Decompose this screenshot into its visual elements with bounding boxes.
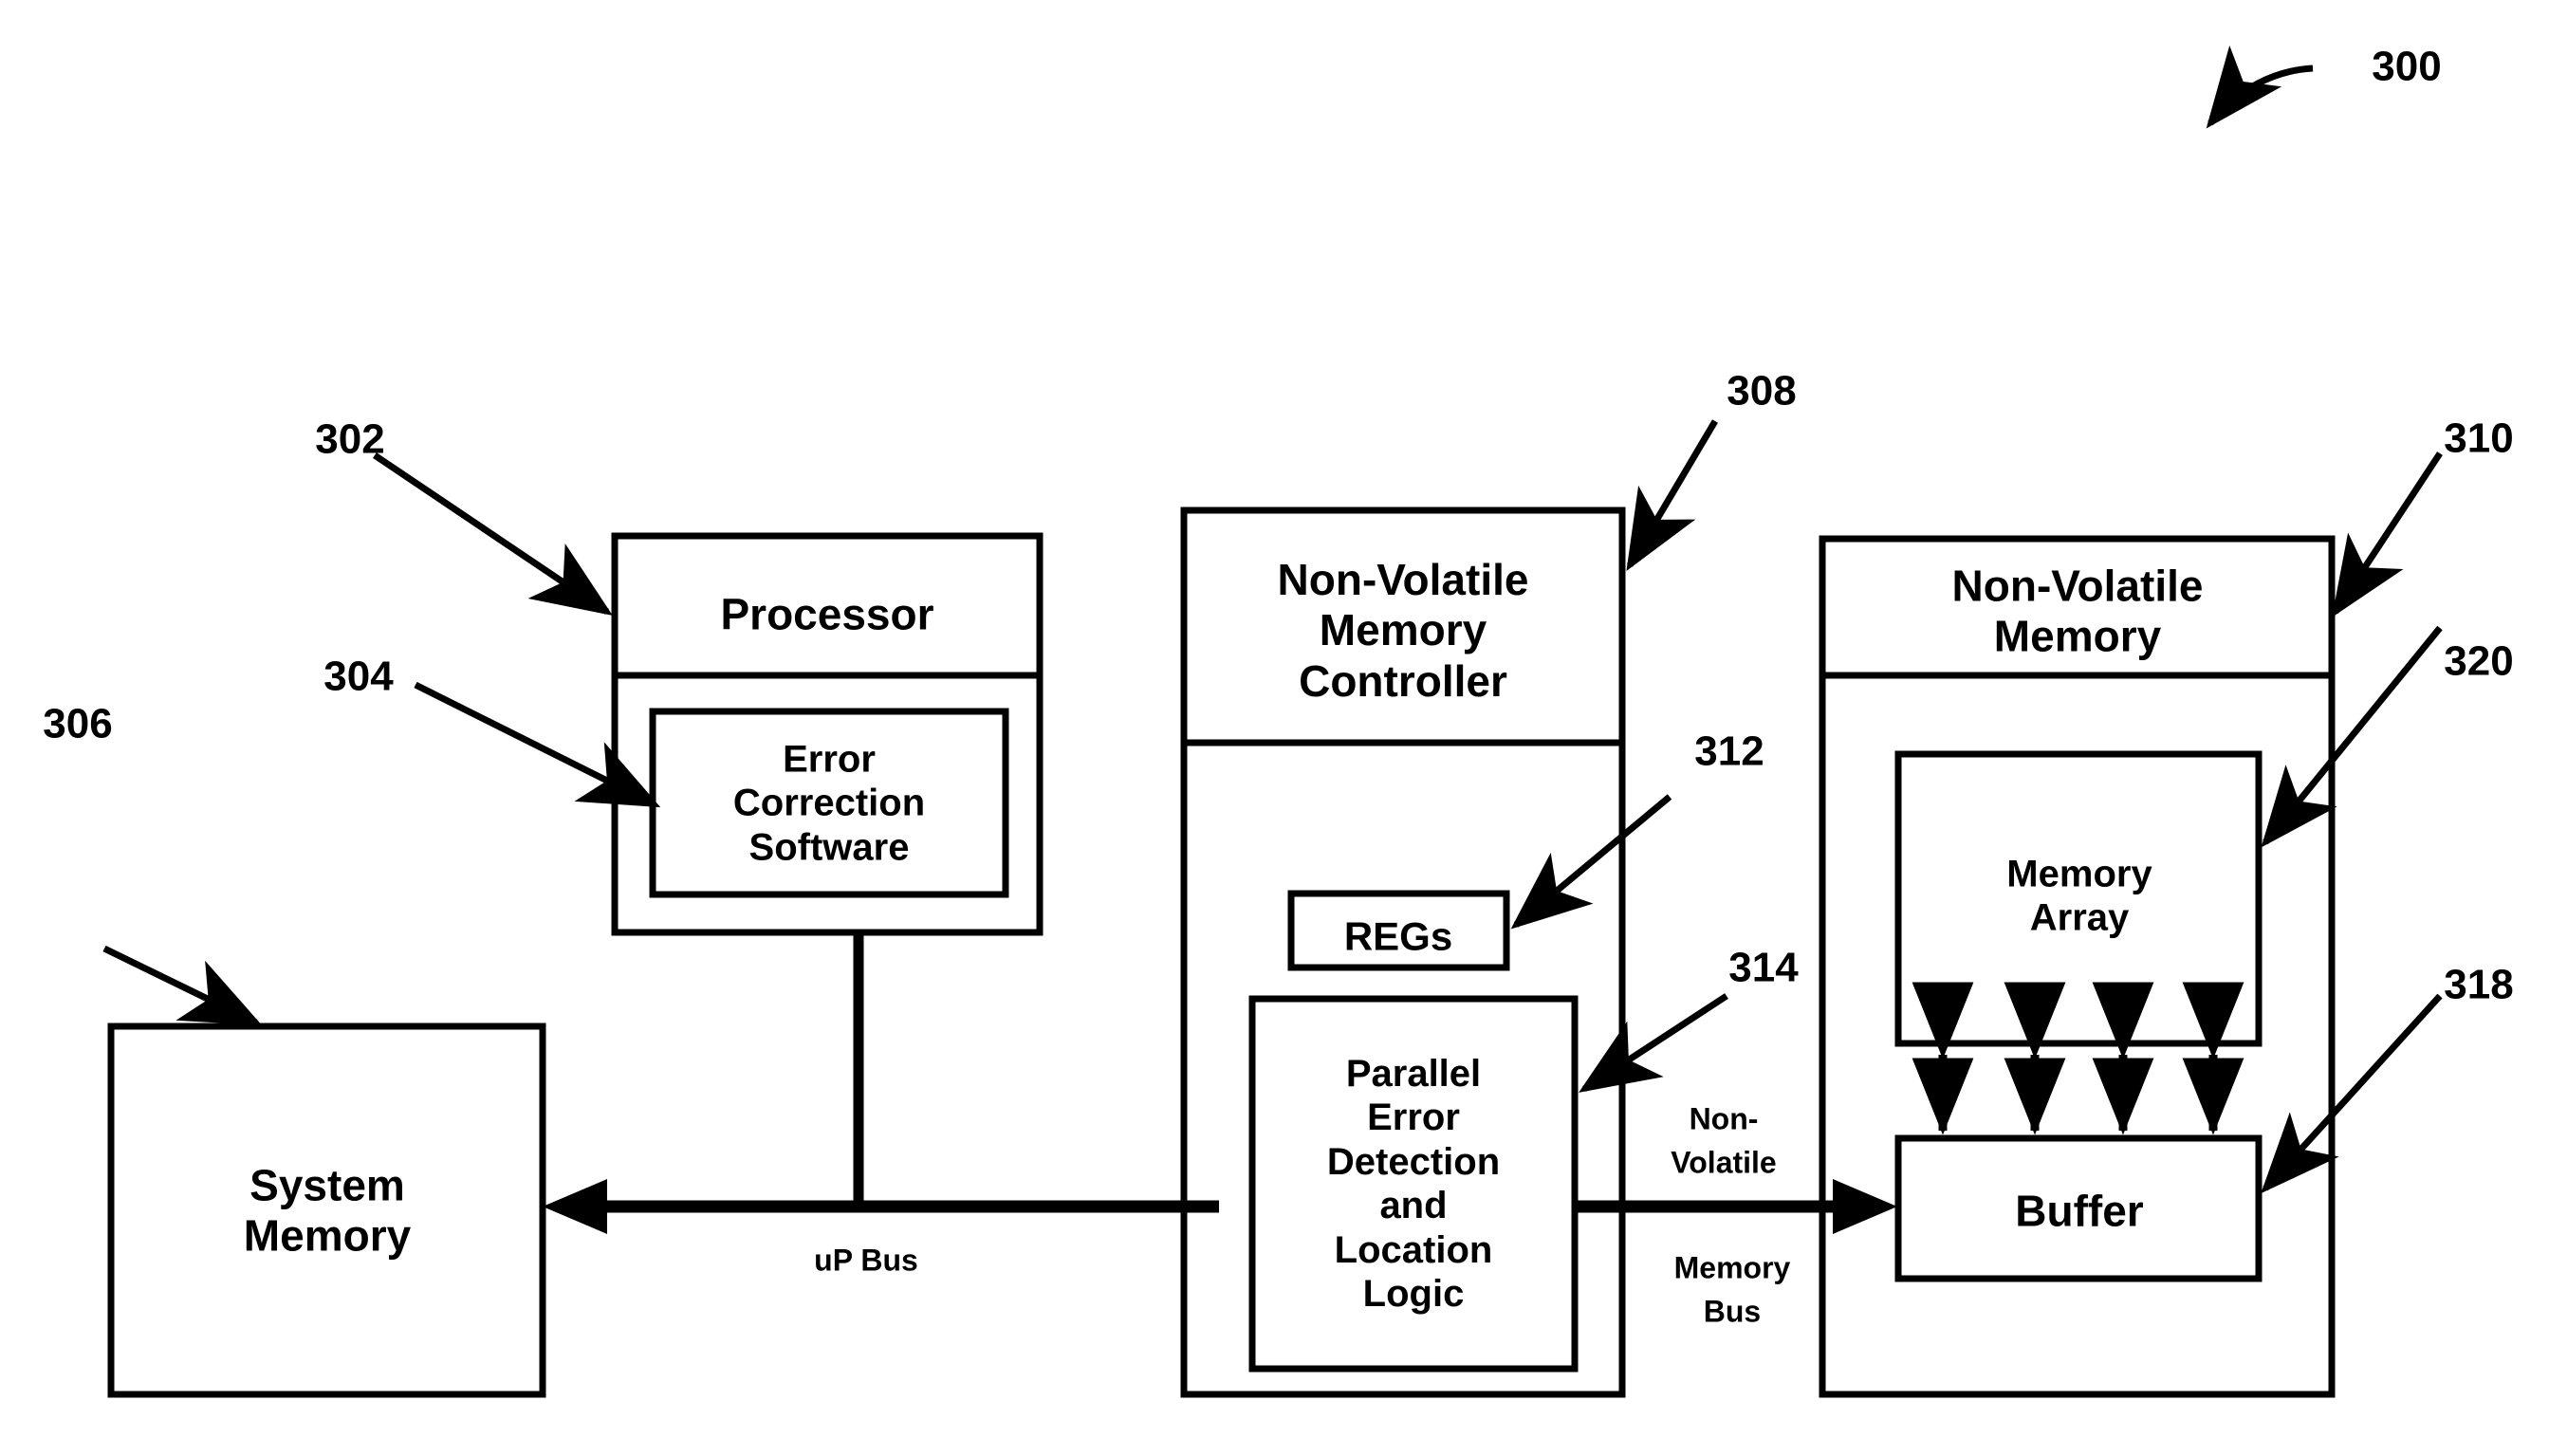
figure-number: 300 xyxy=(2372,43,2442,90)
figure-number-leader xyxy=(2206,45,2314,129)
regs-label: REGs xyxy=(1343,913,1453,959)
processor-leader-302 xyxy=(373,452,613,616)
nvm-leader-310 xyxy=(2332,452,2443,617)
array-buffer-bidirectional-arrows xyxy=(1912,982,2244,1135)
memory-array-leader-320 xyxy=(2261,625,2443,848)
buffer-label: Buffer xyxy=(2015,1186,2144,1236)
ref-306: 306 xyxy=(43,700,113,747)
buffer-leader-318 xyxy=(2261,993,2443,1194)
pedl-label: Parallel Error Detection and Location Lo… xyxy=(1326,1052,1501,1315)
ref-310: 310 xyxy=(2444,415,2514,462)
ref-304: 304 xyxy=(323,653,394,700)
ref-320: 320 xyxy=(2444,637,2514,685)
ref-302: 302 xyxy=(315,415,385,463)
nv-memory-bus-label-line2: Volatile xyxy=(1671,1145,1777,1180)
ecs-leader-304 xyxy=(414,681,661,808)
ref-308: 308 xyxy=(1727,367,1797,415)
error-correction-software-label: Error Correction Software xyxy=(732,738,926,869)
system-memory-title: System Memory xyxy=(243,1160,412,1261)
ref-312: 312 xyxy=(1694,728,1764,775)
nv-memory-bus-label-line4: Bus xyxy=(1703,1294,1762,1329)
nvm-title: Non-Volatile Memory xyxy=(1951,561,2204,661)
regs-leader-312 xyxy=(1510,794,1672,930)
up-bus-line xyxy=(543,1179,1219,1234)
memory-array-label: Memory Array xyxy=(2006,853,2152,939)
pedl-leader-314 xyxy=(1579,993,1728,1093)
nv-memory-bus-label-line1: Non- xyxy=(1689,1101,1759,1136)
ref-314: 314 xyxy=(1728,944,1799,991)
up-bus-label: uP Bus xyxy=(814,1243,918,1278)
system-memory-leader-306 xyxy=(102,945,263,1026)
nvm-controller-title: Non-Volatile Memory Controller xyxy=(1277,554,1529,706)
nvm-block xyxy=(1819,535,2336,1398)
nv-memory-bus-label-line3: Memory xyxy=(1673,1250,1791,1285)
patent-figure-300: 300 Processor Error Correction Software … xyxy=(0,0,2549,1456)
nvm-controller-leader-308 xyxy=(1626,419,1719,572)
processor-title: Processor xyxy=(720,589,934,639)
ref-318: 318 xyxy=(2444,961,2514,1008)
